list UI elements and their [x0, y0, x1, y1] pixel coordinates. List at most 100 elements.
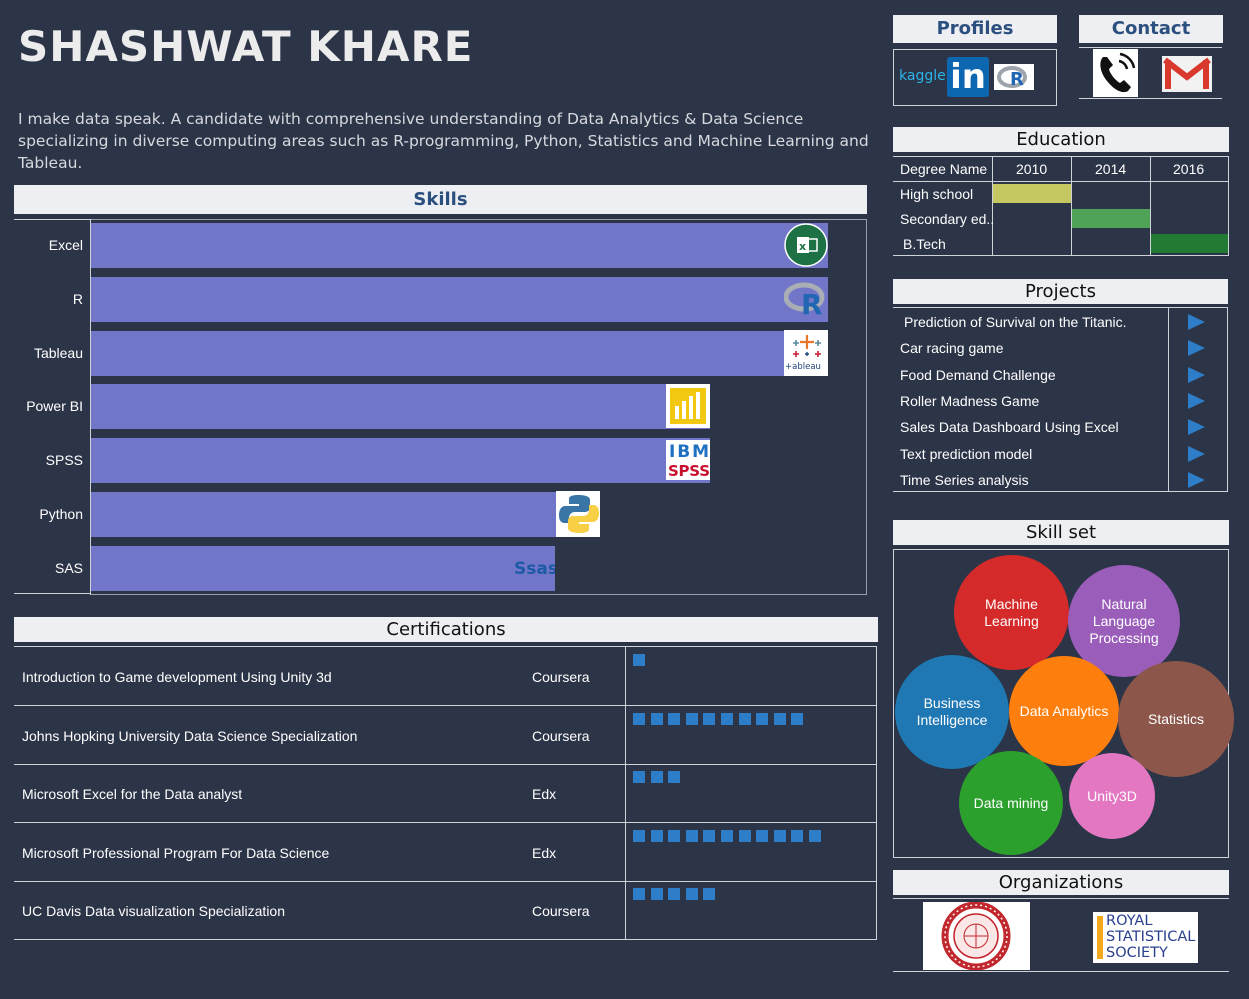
- cert-progress: [633, 771, 686, 785]
- cert-square: [720, 829, 733, 842]
- organizations-bottom-rule: [893, 971, 1229, 972]
- tableau-icon: +ableau: [784, 329, 828, 376]
- cert-row: Microsoft Excel for the Data analyst Edx: [14, 764, 877, 824]
- cert-row: UC Davis Data visualization Specializati…: [14, 881, 877, 941]
- projects-right-border: [1227, 307, 1228, 492]
- r-logo-icon: R: [997, 66, 1027, 90]
- cert-row: Johns Hopking University Data Science Sp…: [14, 706, 877, 765]
- play-arrow-icon[interactable]: [1188, 392, 1205, 409]
- phone-icon[interactable]: [1093, 49, 1138, 97]
- contact-header: Contact: [1079, 15, 1223, 43]
- project-item[interactable]: Sales Data Dashboard Using Excel: [900, 419, 1119, 435]
- bubble-data-analytics: Data Analytics: [1009, 656, 1119, 766]
- tagline: I make data speak. A candidate with comp…: [18, 110, 869, 172]
- cert-square: [808, 829, 821, 842]
- r-icon: R: [784, 277, 828, 321]
- skill-bar: [91, 276, 828, 322]
- svg-text:Ssas: Ssas: [514, 559, 555, 579]
- cert-square: [668, 829, 681, 842]
- play-arrow-icon[interactable]: [1188, 419, 1205, 436]
- edu-year: 2016: [1173, 161, 1205, 177]
- projects-table-bottom: [893, 491, 1228, 492]
- projects-table-top: [893, 307, 1228, 308]
- cert-title: UC Davis Data visualization Specializati…: [22, 903, 286, 920]
- skill-label: R: [72, 290, 83, 307]
- cert-square: [668, 771, 681, 784]
- cert-square: [791, 829, 804, 842]
- cert-square: [633, 771, 645, 784]
- cert-square: [791, 712, 804, 725]
- project-item[interactable]: Car racing game: [900, 340, 1004, 356]
- cert-square: [633, 712, 645, 725]
- cert-title: Microsoft Professional Program For Data …: [22, 844, 330, 861]
- cert-square: [685, 829, 698, 842]
- skill-bar: [91, 330, 828, 376]
- cert-square: [685, 712, 698, 725]
- edu-rule-top: [893, 156, 1229, 157]
- svg-text:SPSS: SPSS: [668, 462, 710, 480]
- r-profile-icon[interactable]: R: [994, 64, 1034, 90]
- cert-square: [703, 888, 716, 901]
- skills-header: Skills: [14, 185, 867, 214]
- svg-text:R: R: [1010, 69, 1024, 90]
- gmail-icon[interactable]: [1162, 56, 1212, 92]
- edu-rule-header: [893, 181, 1229, 182]
- edu-col-line: [1228, 156, 1229, 256]
- cert-square: [756, 829, 769, 842]
- project-item[interactable]: Roller Madness Game: [900, 393, 1039, 409]
- play-arrow-icon[interactable]: [1188, 340, 1205, 357]
- certifications-header: Certifications: [14, 617, 878, 642]
- projects-col-line: [1168, 307, 1169, 492]
- cert-square: [685, 888, 698, 901]
- cert-progress: [633, 712, 809, 727]
- project-item[interactable]: Prediction of Survival on the Titanic.: [904, 314, 1127, 330]
- skill-label: SAS: [54, 559, 83, 576]
- edu-year: 2014: [1095, 161, 1127, 177]
- edu-rule-bottom: [893, 255, 1229, 256]
- education-table: Degree Name 2010 2014 2016 High school S…: [893, 156, 1229, 256]
- skill-label: Python: [39, 506, 83, 522]
- skill-label: Tableau: [33, 344, 83, 361]
- education-header: Education: [893, 127, 1229, 152]
- contact-bottom-rule: [1079, 98, 1222, 99]
- skill-label: Excel: [48, 237, 83, 253]
- edu-year: 2010: [1016, 161, 1048, 177]
- skill-label: SPSS: [45, 452, 83, 469]
- linkedin-icon[interactable]: in: [947, 57, 989, 97]
- powerbi-icon: [666, 384, 711, 429]
- project-item[interactable]: Text prediction model: [900, 446, 1032, 462]
- skill-bar: [91, 545, 556, 591]
- bubble-data-mining: Data mining: [959, 751, 1063, 855]
- play-arrow-icon[interactable]: [1188, 366, 1205, 383]
- cert-progress: [633, 654, 651, 668]
- edu-header-degree: Degree Name: [900, 161, 988, 177]
- skills-chart: Excel x R R Tableau +ableau Power BI SPSS IBM SPS…: [14, 219, 867, 595]
- page-title: SHASHWAT KHARE: [18, 22, 474, 71]
- edu-bar-btech: [1151, 234, 1228, 253]
- cert-square: [650, 888, 663, 901]
- play-arrow-icon[interactable]: [1188, 445, 1205, 462]
- cert-provider: Coursera: [532, 903, 590, 920]
- isca-logo: [923, 901, 1030, 971]
- sas-icon: Ssas: [511, 546, 555, 590]
- skill-bar: [91, 384, 711, 430]
- edu-bar-high-school: [993, 184, 1071, 203]
- project-item[interactable]: Food Demand Challenge: [900, 367, 1056, 383]
- cert-title: Microsoft Excel for the Data analyst: [22, 786, 243, 803]
- project-item[interactable]: Time Series analysis: [900, 472, 1029, 488]
- cert-square: [756, 712, 769, 725]
- kaggle-icon[interactable]: kaggle: [899, 68, 946, 84]
- play-arrow-icon[interactable]: [1188, 314, 1205, 330]
- skill-bar: [91, 438, 711, 484]
- cert-square: [668, 712, 681, 725]
- cert-square: [703, 829, 716, 842]
- cert-row: Introduction to Game development Using U…: [14, 647, 877, 706]
- bubble-unity3d: Unity3D: [1069, 753, 1155, 839]
- skills-label-divider: [14, 593, 90, 594]
- cert-square: [633, 654, 645, 666]
- organizations-top-rule: [893, 898, 1229, 899]
- skill-set-header: Skill set: [893, 520, 1229, 545]
- skill-bar: [91, 223, 828, 268]
- cert-square: [703, 712, 716, 725]
- play-arrow-icon[interactable]: [1188, 471, 1205, 488]
